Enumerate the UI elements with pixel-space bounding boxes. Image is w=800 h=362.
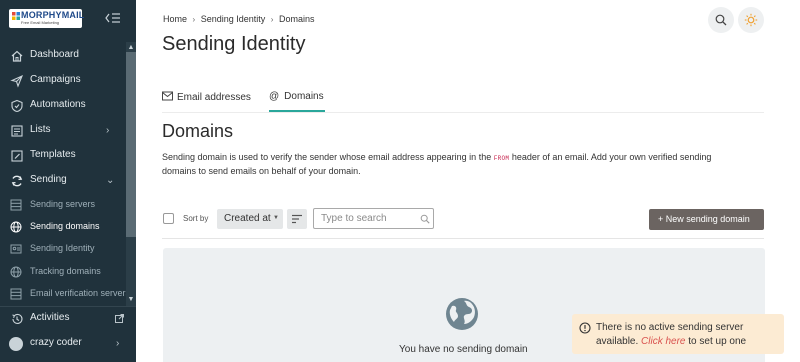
toast-message: There is no active sending server: [596, 322, 744, 333]
sidebar-divider: [0, 306, 136, 307]
sort-direction-button[interactable]: [287, 209, 307, 229]
sidebar-subitem-label: Sending Identity: [30, 243, 95, 253]
sidebar-item-label: Templates: [30, 149, 76, 160]
sort-icon: [292, 214, 302, 224]
search-icon: [420, 214, 430, 224]
template-icon: [11, 150, 23, 162]
sidebar-subitem-email-verification-servers[interactable]: Email verification servers: [0, 284, 130, 304]
sidebar: MORPHYMAIL Free Email Marketing Dashboar…: [0, 0, 136, 362]
sidebar-item-activities[interactable]: Activities: [0, 308, 126, 330]
sidebar-item-templates[interactable]: Templates: [0, 145, 126, 167]
description-text: Sending domain is used to verify the sen…: [162, 152, 494, 162]
section-description: Sending domain is used to verify the sen…: [162, 151, 722, 178]
collapse-sidebar-icon[interactable]: [104, 10, 122, 26]
sidebar-item-automations[interactable]: Automations: [0, 95, 126, 117]
page-title: Sending Identity: [162, 33, 306, 55]
search-button[interactable]: [708, 7, 734, 33]
sidebar-item-label: Automations: [30, 99, 86, 110]
section-title: Domains: [162, 121, 234, 141]
sidebar-subitem-sending-identity[interactable]: Sending Identity: [0, 239, 126, 259]
sidebar-item-label: Dashboard: [30, 49, 79, 60]
breadcrumb-domains: Domains: [278, 14, 315, 24]
sending-icon: [11, 175, 23, 187]
server-icon: [10, 199, 22, 211]
breadcrumb-separator-icon: ›: [270, 15, 274, 24]
tab-email-addresses[interactable]: Email addresses: [162, 91, 251, 111]
scroll-up-icon[interactable]: ▲: [127, 44, 135, 52]
empty-state-text: You have no sending domain: [399, 344, 528, 355]
chevron-right-icon: ›: [116, 338, 120, 349]
globe-icon: [10, 221, 22, 233]
sidebar-item-label: Lists: [30, 124, 51, 135]
tab-label: Email addresses: [177, 92, 251, 103]
toast-message-line2: available. Click here to set up one: [596, 336, 746, 347]
sidebar-scrollbar-thumb[interactable]: [126, 52, 136, 237]
sidebar-item-label: Campaigns: [30, 74, 81, 85]
sort-by-label: Sort by: [183, 214, 209, 223]
from-code-label: FROM: [493, 155, 510, 162]
identity-icon: [10, 244, 22, 254]
external-link-icon: [115, 314, 124, 323]
sort-field-select[interactable]: Created at ▼: [217, 209, 283, 229]
brand-tagline: Free Email Marketing: [21, 20, 60, 25]
toast-text: available.: [596, 336, 642, 347]
sun-icon: [744, 13, 758, 27]
sidebar-item-label: Sending: [30, 174, 67, 185]
breadcrumb: Home › Sending Identity › Domains: [163, 14, 317, 24]
caret-down-icon: ▼: [273, 215, 279, 221]
theme-toggle-button[interactable]: [738, 7, 764, 33]
sidebar-user-menu[interactable]: crazy coder ›: [0, 333, 126, 355]
breadcrumb-separator-icon: ›: [192, 15, 196, 24]
send-icon: [10, 74, 24, 88]
sidebar-item-label: Activities: [30, 312, 70, 323]
sidebar-subitem-sending-servers[interactable]: Sending servers: [0, 195, 126, 215]
at-icon: @: [269, 91, 280, 102]
search-icon: [715, 14, 727, 26]
sidebar-item-dashboard[interactable]: Dashboard: [0, 45, 126, 67]
logo-row: MORPHYMAIL Free Email Marketing: [0, 0, 136, 38]
sidebar-item-lists[interactable]: Lists ›: [0, 120, 126, 142]
mail-icon: [162, 91, 173, 101]
history-icon: [12, 313, 23, 325]
avatar: [9, 337, 23, 351]
user-name: crazy coder: [30, 337, 82, 348]
globe-icon: [446, 298, 478, 330]
home-icon: [11, 50, 23, 62]
sidebar-subitem-label: Tracking domains: [30, 266, 101, 276]
globe-icon: [10, 266, 22, 278]
search-placeholder: Type to search: [321, 213, 387, 224]
tab-label: Domains: [284, 91, 324, 102]
tab-domains[interactable]: @ Domains: [269, 91, 324, 111]
scroll-down-icon[interactable]: ▼: [127, 296, 135, 304]
new-sending-domain-label: + New sending domain: [658, 214, 750, 224]
sidebar-subitem-sending-domains[interactable]: Sending domains: [0, 217, 126, 237]
sidebar-subitem-label: Email verification servers: [30, 288, 131, 298]
chevron-right-icon: ›: [106, 125, 110, 136]
select-all-checkbox[interactable]: [163, 213, 174, 224]
automation-icon: [11, 99, 23, 113]
alert-icon: [579, 322, 591, 334]
brand-name: MORPHYMAIL: [21, 10, 85, 20]
brand-logo[interactable]: MORPHYMAIL Free Email Marketing: [9, 9, 85, 28]
sort-field-value: Created at: [224, 213, 271, 224]
sidebar-subitem-label: Sending domains: [30, 221, 100, 231]
new-sending-domain-button[interactable]: + New sending domain: [649, 209, 764, 230]
sidebar-subitem-tracking-domains[interactable]: Tracking domains: [0, 262, 126, 282]
tabs-divider: [162, 112, 764, 113]
logo-icon: [12, 12, 20, 20]
breadcrumb-home[interactable]: Home: [163, 14, 187, 24]
sidebar-subitem-label: Sending servers: [30, 199, 96, 209]
sidebar-item-campaigns[interactable]: Campaigns: [0, 70, 126, 92]
breadcrumb-sending-identity[interactable]: Sending Identity: [201, 14, 266, 24]
sidebar-item-sending[interactable]: Sending ⌄: [0, 170, 126, 192]
search-input[interactable]: Type to search: [313, 208, 434, 229]
list-icon: [11, 125, 23, 137]
toolbar-divider: [162, 238, 764, 239]
chevron-down-icon: ⌄: [106, 175, 115, 186]
toast-text: to set up one: [685, 336, 747, 347]
warning-toast: There is no active sending server availa…: [572, 314, 784, 354]
setup-server-link[interactable]: Click here: [641, 336, 685, 347]
server-icon: [10, 288, 22, 300]
